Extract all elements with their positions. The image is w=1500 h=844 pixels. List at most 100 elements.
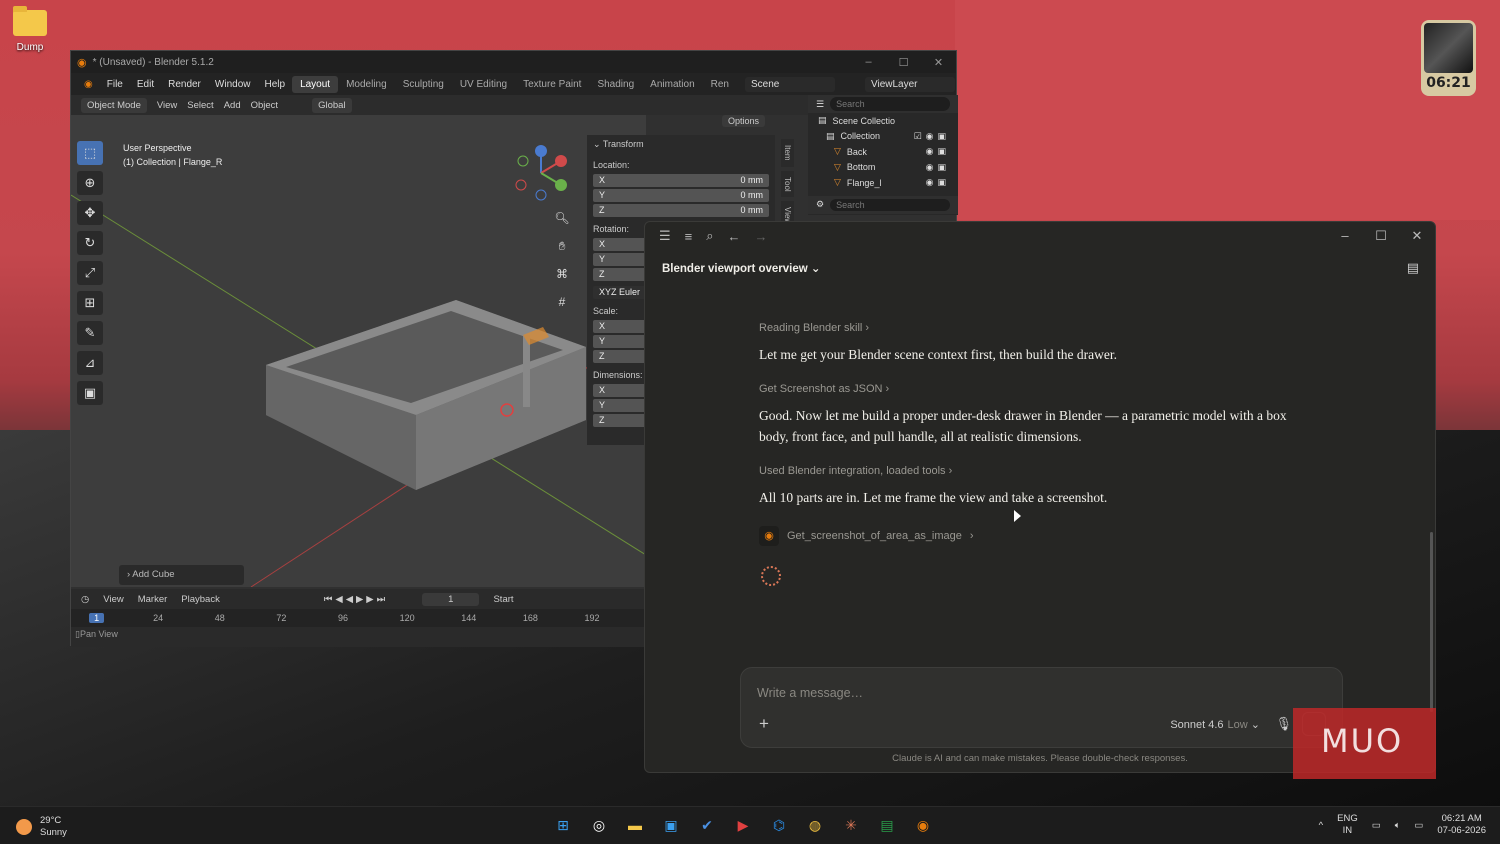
close-button[interactable]: ✕ <box>921 56 956 69</box>
tab-tool[interactable]: Tool <box>781 170 794 198</box>
outliner-item-bottom[interactable]: ▽ Bottom ◉▣ <box>808 160 958 176</box>
blender-titlebar[interactable]: ◉ * (Unsaved) - Blender 5.1.2 – ☐ ✕ <box>71 51 956 73</box>
volume-icon[interactable]: 🔈︎ <box>1395 820 1401 831</box>
menu-render[interactable]: Render <box>161 79 208 90</box>
visibility-icons[interactable]: ◉▣ <box>926 162 958 173</box>
chrome-icon[interactable]: ◍ <box>804 814 826 836</box>
header-menu-add[interactable]: Add <box>224 100 241 111</box>
header-menu-object[interactable]: Object <box>251 100 278 111</box>
media-player-icon[interactable]: ▶ <box>732 814 754 836</box>
outliner-item-back[interactable]: ▽ Back ◉▣ <box>808 144 958 160</box>
forward-arrow-icon[interactable]: → <box>755 229 768 244</box>
options-button[interactable]: Options <box>721 115 765 127</box>
message-input[interactable]: Write a message… <box>757 686 863 700</box>
mode-dropdown[interactable]: Object Mode <box>81 97 147 113</box>
location-z-field[interactable]: Z 0 mm <box>593 204 769 217</box>
timeline-menu-view[interactable]: View <box>103 594 123 605</box>
sidebar-menu-icon[interactable]: ☰ <box>659 228 671 244</box>
tab-texture-paint[interactable]: Texture Paint <box>515 76 589 93</box>
outliner-search[interactable]: Search <box>830 97 950 111</box>
outliner-item-flange[interactable]: ▽ Flange_l ◉▣ <box>808 175 958 191</box>
start-frame-label[interactable]: Start <box>493 594 513 605</box>
desktop-folder-dump[interactable]: Dump <box>10 6 50 53</box>
transform-tool-icon[interactable]: ⊞ <box>77 291 103 315</box>
sidebar-toggle-icon[interactable]: ≡ <box>685 229 693 244</box>
cortana-icon[interactable]: ◎ <box>588 814 610 836</box>
file-explorer-icon[interactable]: ▬ <box>624 814 646 836</box>
select-box-tool-icon[interactable]: ⬚ <box>77 141 103 165</box>
store-icon[interactable]: ▣ <box>660 814 682 836</box>
timeline-menu-playback[interactable]: Playback <box>181 594 220 605</box>
3d-viewport[interactable]: ⬚ ⊕ ✥ ↻ ⤢ ⊞ ✎ ⊿ ▣ User Perspective (1) C… <box>71 115 646 587</box>
visibility-icons[interactable]: ☑◉▣ <box>914 131 958 142</box>
visibility-icons[interactable]: ◉▣ <box>926 177 958 188</box>
tool-call[interactable]: ◉ Get_screenshot_of_area_as_image › <box>759 526 1299 546</box>
network-icon[interactable]: ▭ <box>1372 820 1381 831</box>
conversation-title-dropdown[interactable]: Blender viewport overview ⌄ <box>662 261 821 275</box>
blender-logo-menu-icon[interactable]: ◉ <box>77 79 100 90</box>
timeline-menu-marker[interactable]: Marker <box>138 594 168 605</box>
annotate-tool-icon[interactable]: ✎ <box>77 321 103 345</box>
tab-animation[interactable]: Animation <box>642 76 702 93</box>
close-button[interactable]: ✕ <box>1399 228 1435 244</box>
chevron-up-icon[interactable]: ^ <box>1319 820 1323 831</box>
properties-editor-icon[interactable]: ⚙ <box>816 199 824 211</box>
minimize-button[interactable]: – <box>851 56 886 69</box>
timeline-editor-icon[interactable]: ◷ <box>81 594 89 605</box>
header-menu-select[interactable]: Select <box>187 100 213 111</box>
camera-icon[interactable]: ⌘ <box>551 267 573 287</box>
model-selector[interactable]: Sonnet 4.6 Low ⌄ <box>1170 718 1260 731</box>
step-toggle[interactable]: Get Screenshot as JSON › <box>759 383 1299 395</box>
orientation-dropdown[interactable]: Global <box>312 97 352 113</box>
rotate-tool-icon[interactable]: ↻ <box>77 231 103 255</box>
outliner-item-collection[interactable]: ▤ Collection ☑◉▣ <box>808 129 958 145</box>
current-frame-field[interactable]: 1 <box>422 592 480 606</box>
properties-search[interactable]: Search <box>830 199 950 211</box>
menu-help[interactable]: Help <box>257 79 292 90</box>
minimize-button[interactable]: – <box>1327 228 1363 244</box>
document-icon[interactable]: ▤ <box>1407 260 1419 276</box>
clock-widget[interactable]: 06:21 <box>1421 20 1476 96</box>
pan-hand-icon[interactable]: ✋︎ <box>551 239 573 259</box>
navigation-gizmo[interactable] <box>511 143 571 203</box>
cursor-tool-icon[interactable]: ⊕ <box>77 171 103 195</box>
claude-window[interactable]: ☰ ≡ ⌕ ← → – ☐ ✕ Blender viewport overvie… <box>644 221 1436 773</box>
move-tool-icon[interactable]: ✥ <box>77 201 103 225</box>
tab-item[interactable]: Item <box>781 139 794 167</box>
scrollbar[interactable] <box>1430 532 1433 712</box>
menu-file[interactable]: File <box>100 79 130 90</box>
windows-start-icon[interactable]: ⊞ <box>552 814 574 836</box>
location-y-field[interactable]: Y 0 mm <box>593 189 769 202</box>
measure-tool-icon[interactable]: ⊿ <box>77 351 103 375</box>
step-toggle[interactable]: Reading Blender skill › <box>759 322 1299 334</box>
grid-icon[interactable]: # <box>551 295 573 315</box>
menu-window[interactable]: Window <box>208 79 258 90</box>
tab-shading[interactable]: Shading <box>589 76 642 93</box>
back-arrow-icon[interactable]: ← <box>728 229 741 244</box>
add-cube-tool-icon[interactable]: ▣ <box>77 381 103 405</box>
playhead[interactable]: 1 <box>89 613 105 623</box>
header-menu-view[interactable]: View <box>157 100 177 111</box>
add-attachment-icon[interactable]: + <box>759 714 769 734</box>
battery-icon[interactable]: ▭ <box>1414 820 1423 831</box>
visibility-icons[interactable]: ◉▣ <box>926 146 958 157</box>
language-indicator[interactable]: ENG IN <box>1337 813 1358 837</box>
todo-icon[interactable]: ✔ <box>696 814 718 836</box>
taskbar-clock[interactable]: 06:21 AM 07-06-2026 <box>1437 813 1486 837</box>
view-layer-selector[interactable]: ViewLayer <box>864 76 955 92</box>
weather-widget[interactable]: 29°C Sunny <box>16 815 67 839</box>
menu-edit[interactable]: Edit <box>130 79 161 90</box>
claude-titlebar[interactable]: ☰ ≡ ⌕ ← → – ☐ ✕ <box>645 222 1435 250</box>
zoom-icon[interactable]: 🔍︎ <box>551 211 573 231</box>
maximize-button[interactable]: ☐ <box>1363 228 1399 244</box>
message-composer[interactable]: Write a message… + Sonnet 4.6 Low ⌄ 🎙︎ <box>740 667 1343 748</box>
vscode-icon[interactable]: ⌬ <box>768 814 790 836</box>
tab-layout[interactable]: Layout <box>292 75 339 93</box>
step-toggle[interactable]: Used Blender integration, loaded tools › <box>759 465 1299 477</box>
scene-selector[interactable]: Scene <box>744 76 835 92</box>
search-icon[interactable]: ⌕ <box>706 228 713 244</box>
last-operator-panel[interactable]: › Add Cube <box>119 565 244 585</box>
location-x-field[interactable]: X 0 mm <box>593 174 769 187</box>
microphone-icon[interactable]: 🎙︎ <box>1275 716 1292 732</box>
blender-app-icon[interactable]: ◉ <box>912 814 934 836</box>
